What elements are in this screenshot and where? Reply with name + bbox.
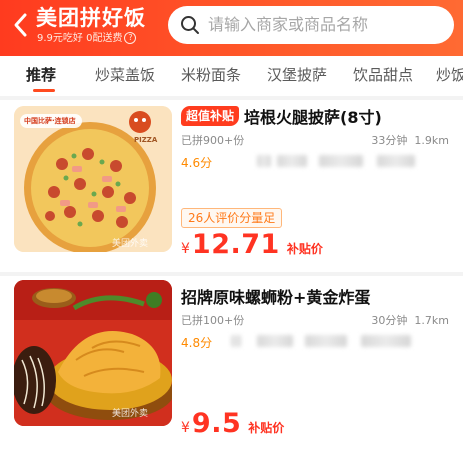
active-tab-indicator xyxy=(33,89,55,92)
blurred-text xyxy=(277,155,307,167)
blurred-text xyxy=(257,335,293,347)
blurred-text xyxy=(257,155,271,167)
watermark: 美团外卖 xyxy=(112,409,149,419)
product-image-luosifen[interactable]: 美团外卖 xyxy=(14,280,172,426)
blurred-text xyxy=(361,335,411,347)
tab-fried-rice[interactable]: 炒饭 xyxy=(436,65,463,85)
product-card-luosifen[interactable]: 美团外卖 招牌原味螺蛳粉+黄金炸蛋 已拼100+份 30分钟 1.7km 4.8… xyxy=(0,276,463,450)
tab-burger-pizza[interactable]: 汉堡披萨 xyxy=(267,65,327,85)
price-currency: ¥ xyxy=(181,420,190,436)
product-card-pizza[interactable]: 中国比萨·连锁店 PIZZA 美团外卖 超值补贴 培根火腿披萨(8寸) 已拼90… xyxy=(0,100,463,272)
search-input[interactable]: 请输入商家或商品名称 xyxy=(208,15,368,35)
subsidy-badge: 超值补贴 xyxy=(181,106,240,126)
blurred-text xyxy=(305,335,347,347)
product-info: 招牌原味螺蛳粉+黄金炸蛋 已拼100+份 30分钟 1.7km 4.8分 xyxy=(181,284,453,350)
blurred-text xyxy=(319,155,363,167)
price-row: ¥ 9.5 补贴价 xyxy=(181,408,284,439)
brand-title: 美团拼好饭 xyxy=(36,6,146,30)
blurred-text xyxy=(231,335,241,347)
sold-count: 已拼100+份 xyxy=(181,314,245,327)
search-icon xyxy=(181,16,199,34)
promo-line[interactable]: 9.9元吃好 0配送费? xyxy=(37,32,137,46)
help-icon[interactable]: ? xyxy=(124,32,137,44)
review-pill: 26人评价分量足 xyxy=(181,208,283,228)
price-note: 补贴价 xyxy=(286,242,323,256)
back-arrow-icon[interactable] xyxy=(10,10,32,40)
search-bar[interactable]: 请输入商家或商品名称 xyxy=(168,6,454,44)
app-header: 美团拼好饭 9.9元吃好 0配送费? 请输入商家或商品名称 xyxy=(0,0,463,56)
tab-stir-fry-rice[interactable]: 炒菜盖饭 xyxy=(95,65,155,85)
tab-noodles[interactable]: 米粉面条 xyxy=(181,65,241,85)
product-info: 超值补贴 培根火腿披萨(8寸) 已拼900+份 33分钟 1.9km 4.6分 … xyxy=(181,104,453,228)
tab-recommend[interactable]: 推荐 xyxy=(26,65,56,85)
promo-text: 9.9元吃好 0配送费 xyxy=(37,33,123,44)
delivery-info: 33分钟 1.9km xyxy=(371,134,449,147)
category-tabs: 推荐 炒菜盖饭 米粉面条 汉堡披萨 饮品甜点 炒饭 xyxy=(0,56,463,96)
product-title[interactable]: 培根火腿披萨(8寸) xyxy=(244,104,382,128)
rating: 4.6分 xyxy=(181,156,213,170)
price-note: 补贴价 xyxy=(248,421,285,435)
tab-drinks-desserts[interactable]: 饮品甜点 xyxy=(353,65,413,85)
product-title[interactable]: 招牌原味螺蛳粉+黄金炸蛋 xyxy=(181,284,370,308)
watermark: 美团外卖 xyxy=(112,239,149,249)
price-currency: ¥ xyxy=(181,241,190,257)
price-value: 12.71 xyxy=(191,229,280,260)
blurred-text xyxy=(377,155,415,167)
sold-count: 已拼900+份 xyxy=(181,134,245,147)
image-brand-label: PIZZA xyxy=(134,136,158,144)
image-caption: 中国比萨·连锁店 xyxy=(24,117,76,125)
rating: 4.8分 xyxy=(181,336,213,350)
price-value: 9.5 xyxy=(191,408,242,439)
delivery-info: 30分钟 1.7km xyxy=(371,314,449,327)
price-row: ¥ 12.71 补贴价 xyxy=(181,229,323,260)
product-image-pizza[interactable]: 中国比萨·连锁店 PIZZA 美团外卖 xyxy=(14,106,172,252)
